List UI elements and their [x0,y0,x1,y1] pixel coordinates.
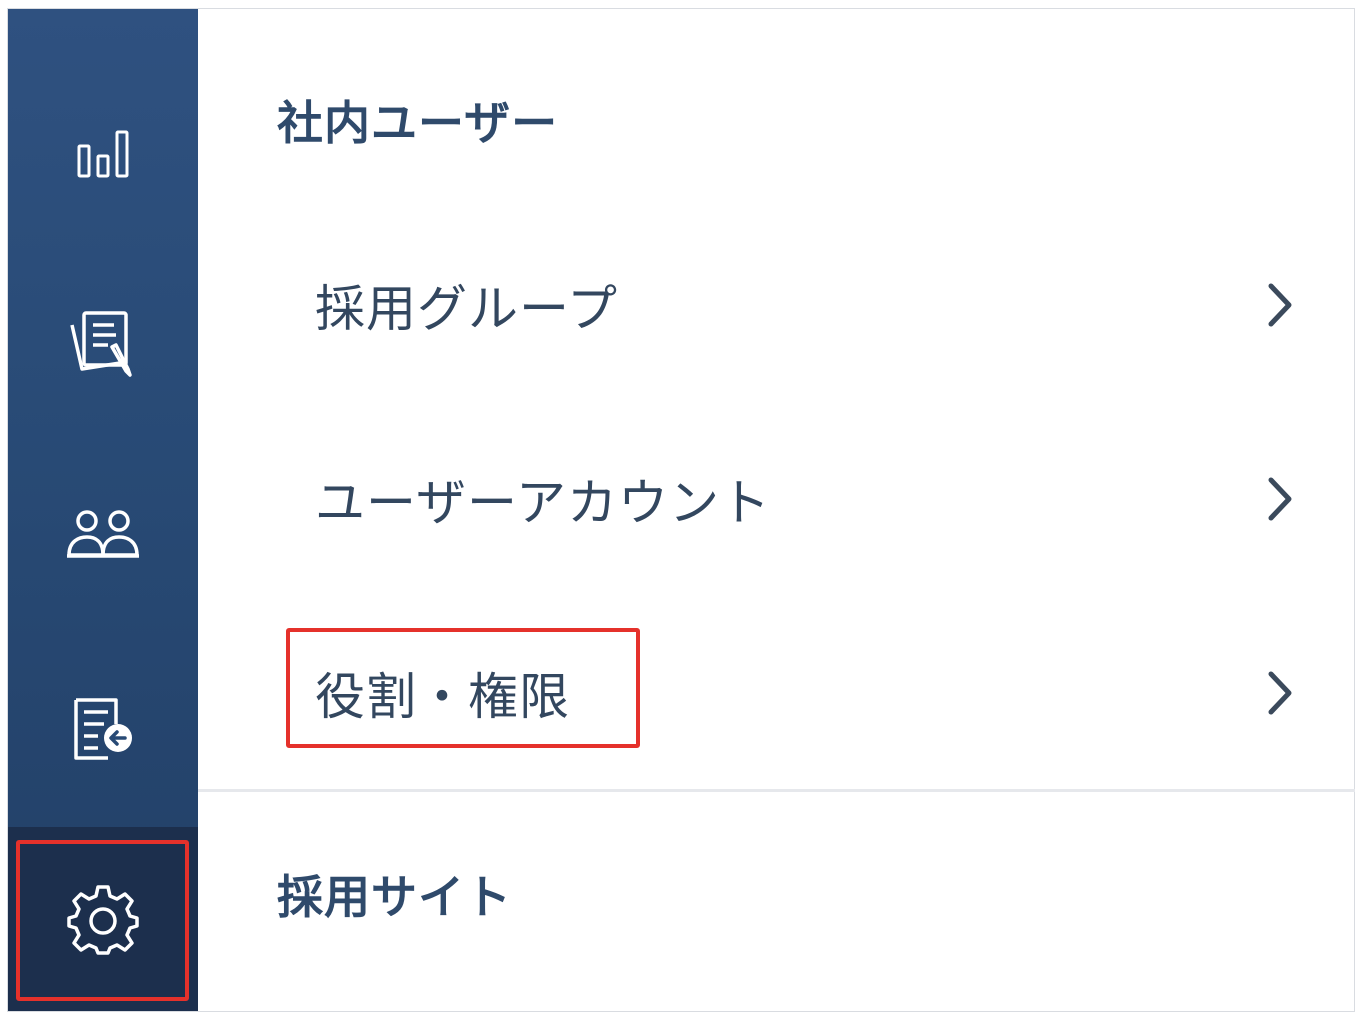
chevron-right-icon [1268,283,1292,327]
bar-chart-icon [73,124,133,184]
section-title-internal-users: 社内ユーザー [277,96,559,150]
section-divider [198,789,1355,792]
sidebar-item-people[interactable] [8,460,198,610]
chevron-right-icon [1268,477,1292,521]
menu-item-label: 採用グループ [315,280,618,338]
menu-item-recruit-groups[interactable]: 採用グループ [198,245,1355,365]
gear-icon [65,881,141,957]
sidebar-item-import[interactable] [8,654,198,804]
people-icon [65,507,141,563]
settings-menu-panel: 社内ユーザー 採用グループ ユーザーアカウント 役割・権限 採用サイト [198,9,1355,1012]
sidebar-item-analytics[interactable] [8,79,198,229]
menu-item-roles-permissions[interactable]: 役割・権限 [198,633,1355,753]
sidebar [8,9,198,1011]
documents-edit-icon [66,305,140,379]
menu-item-user-accounts[interactable]: ユーザーアカウント [198,439,1355,559]
chevron-right-icon [1268,671,1292,715]
menu-item-label: 役割・権限 [315,668,570,726]
sidebar-item-documents[interactable] [8,267,198,417]
sidebar-item-settings[interactable] [8,827,198,1011]
section-title-recruit-site: 採用サイト [277,870,512,924]
menu-item-label: ユーザーアカウント [315,474,771,532]
document-import-icon [68,694,138,764]
